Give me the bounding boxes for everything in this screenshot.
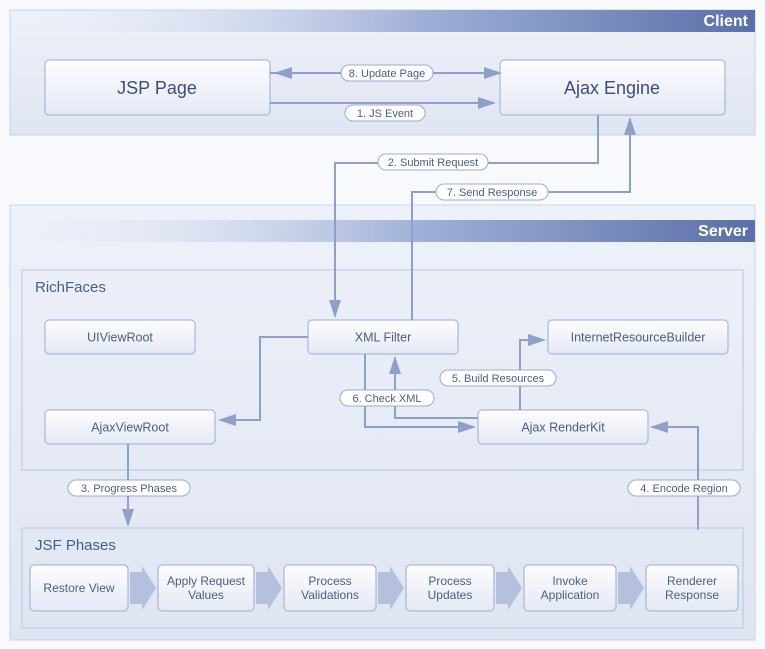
edge-8-label: 8. Update Page <box>349 68 425 80</box>
phase-3-label-b: Updates <box>428 588 473 602</box>
edge-1-label: 1. JS Event <box>357 108 413 120</box>
edge-6-label: 6. Check XML <box>352 393 421 405</box>
jsp-page-label: JSP Page <box>117 78 197 98</box>
phase-apply-request: Apply Request Values <box>158 565 254 611</box>
phase-4-label-a: Invoke <box>552 574 588 588</box>
uiviewroot-label: UIViewRoot <box>87 330 153 344</box>
phase-5-label-b: Response <box>665 588 719 602</box>
phase-4-label-b: Application <box>541 588 600 602</box>
server-title-bar <box>10 220 755 242</box>
jsfphases-title: JSF Phases <box>35 537 116 554</box>
client-title-bar <box>10 10 755 32</box>
edge-2-label: 2. Submit Request <box>388 157 479 169</box>
ajax-engine-label: Ajax Engine <box>564 78 660 98</box>
edge-7-label: 7. Send Response <box>447 187 538 199</box>
client-title: Client <box>704 13 749 30</box>
phase-restore-view: Restore View <box>30 565 128 611</box>
phase-renderer-response: Renderer Response <box>646 565 738 611</box>
phase-3-label-a: Process <box>428 574 471 588</box>
server-title: Server <box>698 223 748 240</box>
phase-0-label: Restore View <box>43 581 114 595</box>
phase-process-validations: Process Validations <box>284 565 376 611</box>
edge-5-label: 5. Build Resources <box>452 373 545 385</box>
phase-1-label-b: Values <box>188 588 224 602</box>
edge-4-label: 4. Encode Region <box>640 483 727 495</box>
xml-filter-label: XML Filter <box>355 330 412 344</box>
richfaces-title: RichFaces <box>35 279 106 296</box>
ajaxviewroot-label: AjaxViewRoot <box>91 420 169 434</box>
phase-2-label-a: Process <box>308 574 351 588</box>
phase-invoke-application: Invoke Application <box>524 565 616 611</box>
renderkit-label: Ajax RenderKit <box>521 420 605 434</box>
phase-process-updates: Process Updates <box>406 565 494 611</box>
edge-3-label: 3. Progress Phases <box>81 483 177 495</box>
phase-1-label-a: Apply Request <box>167 574 246 588</box>
phase-5-label-a: Renderer <box>667 574 717 588</box>
irb-label: InternetResourceBuilder <box>571 330 706 344</box>
phase-2-label-b: Validations <box>301 588 359 602</box>
